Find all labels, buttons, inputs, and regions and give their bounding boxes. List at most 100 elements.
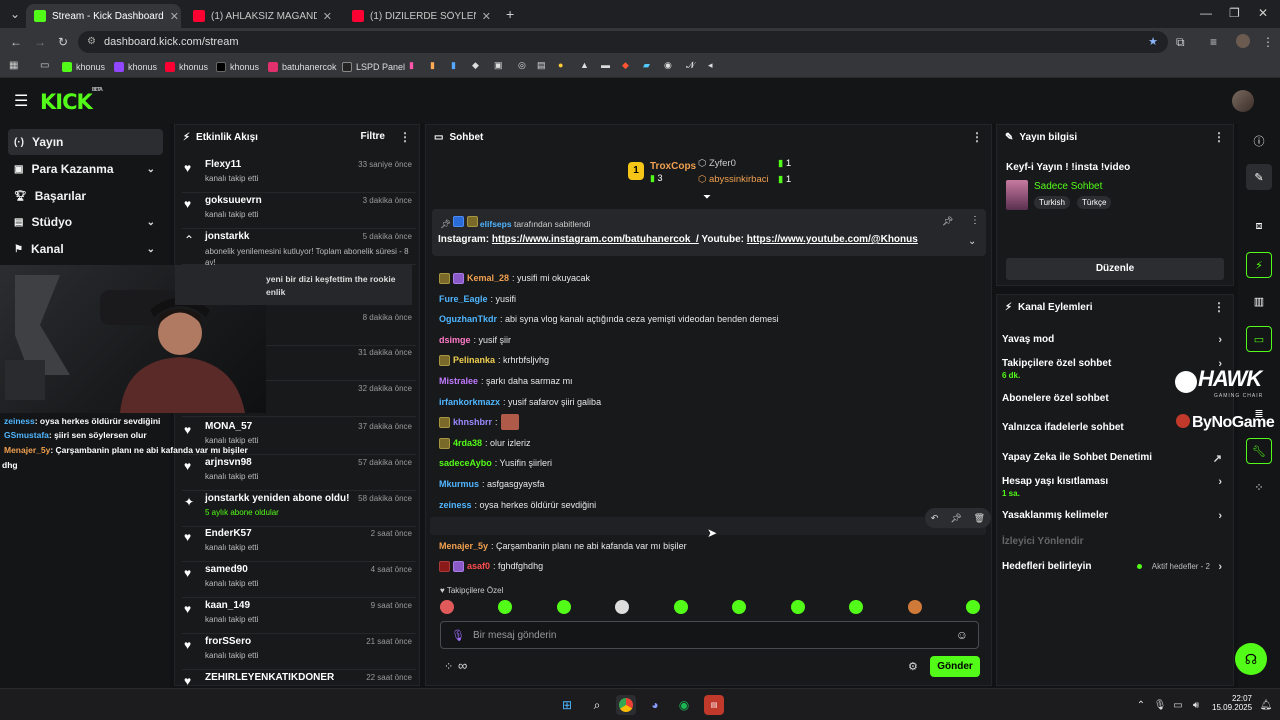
- leader-name[interactable]: TroxCops: [650, 161, 696, 172]
- bookmark-misc-icon[interactable]: ▣: [494, 61, 503, 70]
- emote-icon[interactable]: [790, 600, 805, 614]
- youtube-link[interactable]: https://www.youtube.com/@Khonus: [747, 234, 918, 245]
- sidebar-item-studyo[interactable]: ▤ Stüdyo ⌄: [8, 209, 163, 235]
- chat-message[interactable]: irfankorkmazx: yusif safarov şiiri galib…: [439, 394, 601, 410]
- pinned-by-user[interactable]: elifseps: [480, 219, 512, 229]
- more-options-icon[interactable]: ⋮: [1213, 130, 1225, 144]
- extensions-icon[interactable]: ⧉: [1176, 36, 1185, 48]
- chat-message[interactable]: sadeceAybo: Yusifin şiirleri: [439, 455, 552, 471]
- chat-username[interactable]: zeiness: [439, 500, 472, 510]
- chrome-icon[interactable]: [616, 695, 636, 715]
- more-options-icon[interactable]: ⋮: [971, 130, 983, 144]
- user-avatar[interactable]: [1232, 90, 1254, 112]
- sidebar-item-para-kazanma[interactable]: ▣ Para Kazanma ⌄: [8, 156, 163, 182]
- activity-event[interactable]: ⌃ jonstarkk 5 dakika önce abonelik yenileme…: [182, 229, 416, 267]
- bookmark-instagram[interactable]: batuhanercok: [268, 60, 337, 74]
- emote-icon[interactable]: [673, 600, 688, 614]
- new-tab-icon[interactable]: +: [506, 7, 514, 21]
- chat-username[interactable]: 4rda38: [453, 438, 482, 448]
- tab-search-icon[interactable]: ⌄: [10, 8, 20, 20]
- more-options-icon[interactable]: ⋮: [970, 215, 980, 226]
- pin-message-icon[interactable]: 📌︎: [950, 513, 961, 524]
- close-tab-icon[interactable]: ✕: [170, 10, 179, 23]
- bookmark-lspd[interactable]: LSPD Panel: [342, 60, 405, 74]
- url-field[interactable]: ⚙ dashboard.kick.com/stream ★: [78, 31, 1168, 53]
- bookmark-kick[interactable]: khonus: [62, 60, 105, 74]
- edit-button[interactable]: Düzenle: [1006, 258, 1224, 280]
- activity-event[interactable]: ✦ jonstarkk yeniden abone oldu! 58 dakika …: [182, 491, 416, 527]
- network-icon[interactable]: ▭: [1168, 695, 1188, 715]
- spotify-icon[interactable]: ◉: [674, 695, 694, 715]
- bookmark-misc-icon[interactable]: ◂: [708, 61, 713, 70]
- emote-icon[interactable]: [498, 600, 513, 614]
- chat-username[interactable]: Menajer_5y: [439, 541, 488, 551]
- close-window-icon[interactable]: ✕: [1258, 7, 1268, 19]
- hamburger-menu-icon[interactable]: ☰: [14, 91, 28, 111]
- activity-event[interactable]: ♥ Flexy11 33 saniye önce kanalı takip etti: [182, 157, 416, 193]
- emote-icon[interactable]: [965, 600, 980, 614]
- bookmark-misc-icon[interactable]: ▰: [643, 61, 650, 70]
- notification-bell-icon[interactable]: 🔔︎: [1256, 695, 1276, 715]
- channel-action-item[interactable]: Yavaş mod ›: [1002, 334, 1228, 346]
- close-tab-icon[interactable]: ✕: [482, 10, 491, 23]
- chat-message[interactable]: OguzhanTkdr: abi syna vlog kanalı açtığı…: [439, 311, 779, 327]
- chat-username[interactable]: Mkurmus: [439, 479, 479, 489]
- bookmark-misc-icon[interactable]: ◉: [664, 61, 672, 70]
- menu-icon[interactable]: ⋮: [1262, 36, 1274, 48]
- activity-event[interactable]: ♥ samed90 4 saat önce kanalı takip etti: [182, 562, 416, 598]
- chat-username[interactable]: Kemal_28: [467, 273, 509, 283]
- infinity-icon[interactable]: ∞: [458, 658, 467, 673]
- kick-logo[interactable]: KICKBETA: [40, 87, 103, 114]
- clipboard-icon[interactable]: ▥: [1246, 288, 1272, 314]
- leader-3[interactable]: ⬡ abyssinkirbaci: [698, 174, 769, 185]
- bookmark-x[interactable]: khonus: [216, 60, 259, 74]
- bookmark-misc-icon[interactable]: ◎: [518, 61, 526, 70]
- bookmark-misc-icon[interactable]: ◆: [472, 61, 479, 70]
- close-tab-icon[interactable]: ✕: [323, 10, 332, 23]
- tab-youtube-2[interactable]: (1) DİZİLERDE SÖYLENEN ŞARK ✕: [344, 4, 499, 28]
- info-icon[interactable]: ⓘ: [1246, 128, 1272, 154]
- leader-2[interactable]: ⬡ Zyfer0: [698, 158, 736, 169]
- camera-icon[interactable]: ⧈: [1246, 213, 1272, 239]
- instagram-link[interactable]: https://www.instagram.com/batuhanercok_/: [492, 234, 699, 245]
- chat-username[interactable]: irfankorkmazx: [439, 397, 500, 407]
- chat-message[interactable]: Kemal_28: yusifi mi okuyacak: [439, 270, 590, 286]
- discord-icon[interactable]: ◕: [645, 695, 665, 715]
- send-button[interactable]: Gönder: [930, 656, 980, 677]
- emote-icon[interactable]: [732, 600, 747, 614]
- delete-icon[interactable]: 🗑︎: [974, 513, 985, 524]
- chat-icon[interactable]: ▭: [1246, 326, 1272, 352]
- expand-chevron-icon[interactable]: ⌄: [968, 236, 976, 247]
- chat-username[interactable]: OguzhanTkdr: [439, 314, 497, 324]
- volume-icon[interactable]: 🔊︎: [1186, 695, 1206, 715]
- channel-action-item[interactable]: Yapay Zeka ile Sohbet Denetimi ↗: [1002, 452, 1228, 465]
- bookmark-misc-icon[interactable]: ▤: [537, 61, 546, 70]
- tab-youtube-1[interactable]: (1) AHLAKSIZ MAGANDA! Türk ✕: [185, 4, 340, 28]
- chat-username[interactable]: asaf0: [467, 561, 490, 571]
- chat-input[interactable]: 🎙︎ Bir mesaj gönderin ☺: [440, 621, 979, 649]
- emote-icon[interactable]: [556, 600, 571, 614]
- bookmark-misc-icon[interactable]: ●: [558, 61, 563, 70]
- chat-message[interactable]: Menajer_5y: Çarşambanin planı ne abi kaf…: [439, 538, 687, 554]
- chat-message[interactable]: zeiness: oysa herkes öldürür sevdiğini: [439, 497, 596, 513]
- emote-icon[interactable]: [440, 600, 454, 614]
- sidebar-item-kanal[interactable]: ⚑ Kanal ⌄: [8, 236, 163, 262]
- channel-action-item[interactable]: Hesap yaşı kısıtlaması 1 sa. ›: [1002, 476, 1228, 498]
- channel-action-item[interactable]: Abonelere özel sohbet: [1002, 393, 1228, 404]
- microphone-icon[interactable]: 🎙︎: [451, 629, 465, 642]
- settings-gear-icon[interactable]: ⚙: [908, 660, 918, 673]
- more-apps-icon[interactable]: ⁘: [1246, 474, 1272, 500]
- tab-kick-dashboard[interactable]: Stream - Kick Dashboard ✕: [26, 4, 181, 28]
- bookmark-misc-icon[interactable]: ▲: [580, 61, 589, 70]
- reply-icon[interactable]: ↶: [931, 513, 939, 524]
- chat-message[interactable]: 4rda38: olur izleriz: [439, 435, 531, 451]
- activity-event[interactable]: ♥ frorSSero 21 saat önce kanalı takip etti: [182, 634, 416, 670]
- support-headset-icon[interactable]: ☊: [1235, 643, 1267, 675]
- chat-message[interactable]: Fure_Eagle: yusifi: [439, 291, 516, 307]
- channel-action-item[interactable]: Yasaklanmış kelimeler ›: [1002, 510, 1228, 522]
- more-options-icon[interactable]: ⋮: [399, 130, 411, 144]
- clock[interactable]: 22:07 15.09.2025: [1212, 694, 1252, 712]
- bookmark-misc-icon[interactable]: ▬: [601, 61, 610, 70]
- chat-username[interactable]: dsimge: [439, 335, 471, 345]
- chat-message[interactable]: Mistralee: şarkı daha sarmaz mı: [439, 373, 573, 389]
